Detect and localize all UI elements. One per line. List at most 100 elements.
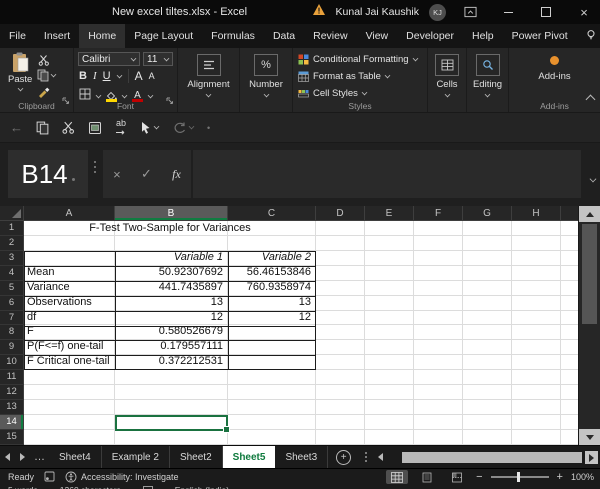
cell-D2[interactable] [316, 236, 365, 251]
ribbon-tab-help[interactable]: Help [463, 24, 503, 48]
increase-font-button[interactable]: A [135, 69, 143, 83]
warning-icon[interactable] [312, 3, 326, 21]
row-header-3[interactable]: 3 [0, 251, 24, 266]
sheet-tab-sheet3[interactable]: Sheet3 [275, 446, 328, 468]
clipboard-dialog-launcher-icon[interactable] [62, 92, 70, 110]
ribbon-tab-developer[interactable]: Developer [397, 24, 463, 48]
cell-C11[interactable] [228, 370, 316, 385]
col-header-F[interactable]: F [414, 206, 463, 221]
col-header-B[interactable]: B [115, 206, 228, 221]
avatar[interactable]: KJ [429, 4, 446, 21]
qat-cut-icon[interactable] [62, 121, 75, 134]
cell-C6[interactable]: 13 [228, 296, 316, 311]
ribbon-tab-data[interactable]: Data [264, 24, 304, 48]
page-layout-view-icon[interactable] [416, 470, 438, 484]
qat-replace-icon[interactable]: ab [115, 120, 127, 135]
account-name[interactable]: Kunal Jai Kaushik [336, 6, 419, 18]
cell-F12[interactable] [414, 385, 463, 400]
row-header-2[interactable]: 2 [0, 236, 24, 251]
cell-B2[interactable] [115, 236, 228, 251]
cell-C8[interactable] [228, 325, 316, 340]
addins-button[interactable]: Add-ins [509, 56, 600, 82]
nav-back-icon[interactable]: ← [10, 120, 23, 135]
ribbon-tab-home[interactable]: Home [79, 24, 125, 48]
cell-E4[interactable] [365, 266, 414, 281]
ribbon-tab-file[interactable]: File [0, 24, 35, 48]
close-button[interactable]: × [570, 0, 598, 24]
cell-A12[interactable] [24, 385, 115, 400]
vertical-scroll-thumb[interactable] [582, 224, 597, 324]
sheet-tab-sheet2[interactable]: Sheet2 [170, 446, 223, 468]
cell-styles-button[interactable]: Cell Styles [298, 86, 418, 101]
cell-G6[interactable] [463, 296, 512, 311]
cell-A10[interactable]: F Critical one-tail [24, 355, 115, 370]
qat-copy-icon[interactable] [36, 121, 49, 135]
cell-C15[interactable] [228, 430, 316, 445]
cell-C9[interactable] [228, 340, 316, 355]
ribbon-tab-view[interactable]: View [357, 24, 398, 48]
cell-H10[interactable] [512, 355, 561, 370]
format-as-table-button[interactable]: Format as Table [298, 69, 418, 84]
italic-button[interactable]: I [93, 70, 97, 82]
row-header-13[interactable]: 13 [0, 400, 24, 415]
cell-D3[interactable] [316, 251, 365, 266]
cell-E15[interactable] [365, 430, 414, 445]
cell-B14[interactable] [115, 415, 228, 430]
cell-D6[interactable] [316, 296, 365, 311]
cell-D1[interactable] [316, 221, 365, 236]
cell-E14[interactable] [365, 415, 414, 430]
cell-G13[interactable] [463, 400, 512, 415]
cell-E8[interactable] [365, 325, 414, 340]
row-header-10[interactable]: 10 [0, 355, 24, 370]
underline-dropdown-icon[interactable] [116, 72, 122, 78]
cell-H11[interactable] [512, 370, 561, 385]
editing-button[interactable]: Editing [467, 54, 508, 97]
cell-E12[interactable] [365, 385, 414, 400]
cell-B3[interactable]: Variable 1 [115, 251, 228, 266]
cell-F10[interactable] [414, 355, 463, 370]
row-header-12[interactable]: 12 [0, 385, 24, 400]
cell-D11[interactable] [316, 370, 365, 385]
cell-E6[interactable] [365, 296, 414, 311]
cell-F2[interactable] [414, 236, 463, 251]
sheet-nav-left-icon[interactable] [0, 446, 15, 468]
cell-A7[interactable]: df [24, 311, 115, 326]
cell-F9[interactable] [414, 340, 463, 355]
cell-A14[interactable] [24, 415, 115, 430]
macro-record-icon[interactable] [44, 471, 55, 484]
zoom-in-icon[interactable]: + [557, 471, 563, 483]
enter-icon[interactable]: ✓ [141, 166, 152, 182]
horizontal-scroll-thumb[interactable] [402, 452, 582, 463]
cell-F15[interactable] [414, 430, 463, 445]
cell-E11[interactable] [365, 370, 414, 385]
zoom-slider[interactable] [491, 476, 549, 478]
cell-H9[interactable] [512, 340, 561, 355]
cell-F13[interactable] [414, 400, 463, 415]
cell-B8[interactable]: 0.580526679 [115, 325, 228, 340]
cell-H12[interactable] [512, 385, 561, 400]
row-header-7[interactable]: 7 [0, 311, 24, 326]
cell-A2[interactable] [24, 236, 115, 251]
paste-button[interactable]: Paste [8, 52, 32, 91]
font-size-select[interactable]: 11 [143, 52, 173, 66]
cell-C4[interactable]: 56.46153846 [228, 266, 316, 281]
row-header-4[interactable]: 4 [0, 266, 24, 281]
cell-F8[interactable] [414, 325, 463, 340]
conditional-formatting-button[interactable]: Conditional Formatting [298, 52, 418, 67]
cell-D13[interactable] [316, 400, 365, 415]
cell-H3[interactable] [512, 251, 561, 266]
row-header-5[interactable]: 5 [0, 281, 24, 296]
sheet-tab-sheet5[interactable]: Sheet5 [223, 446, 276, 468]
cancel-icon[interactable]: × [113, 167, 121, 182]
cell-D4[interactable] [316, 266, 365, 281]
cell-E3[interactable] [365, 251, 414, 266]
hscroll-left-icon[interactable] [373, 446, 388, 468]
cell-D14[interactable] [316, 415, 365, 430]
zoom-out-icon[interactable]: − [476, 471, 482, 483]
zoom-level[interactable]: 100% [571, 472, 594, 482]
cell-C10[interactable] [228, 355, 316, 370]
collapse-ribbon-icon[interactable] [587, 90, 594, 108]
page-break-view-icon[interactable] [446, 470, 468, 484]
cell-E7[interactable] [365, 311, 414, 326]
cell-G5[interactable] [463, 281, 512, 296]
